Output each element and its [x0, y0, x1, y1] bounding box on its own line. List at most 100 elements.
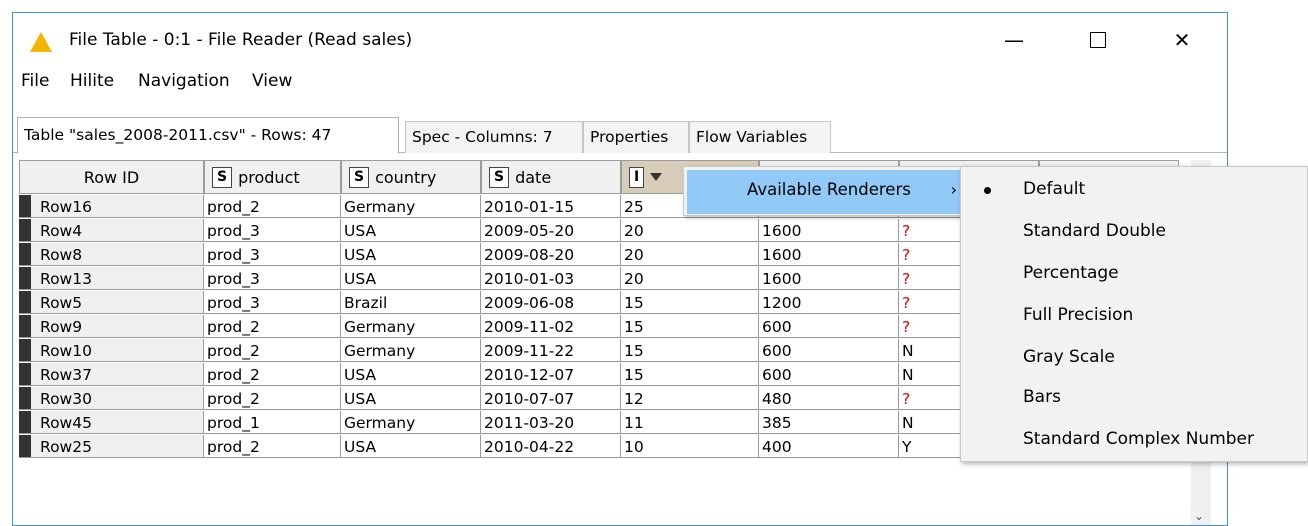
cell-amount[interactable]: 1600 [759, 267, 899, 290]
cell-country[interactable]: Germany [341, 195, 481, 218]
cell-product[interactable]: prod_3 [204, 267, 341, 290]
cell-qty[interactable]: 20 [621, 219, 759, 242]
renderer-gray-scale[interactable]: Gray Scale [1023, 347, 1115, 367]
cell-country[interactable]: USA [341, 363, 481, 386]
menu-view[interactable]: View [252, 71, 292, 91]
cell-product[interactable]: prod_2 [204, 315, 341, 338]
cell-amount[interactable]: 385 [759, 411, 899, 434]
cell-value: 2011-03-20 [484, 414, 575, 432]
cell-id[interactable]: Row45 [19, 411, 204, 434]
cell-value: ? [902, 222, 911, 240]
cell-product[interactable]: prod_2 [204, 435, 341, 458]
renderer-percentage[interactable]: Percentage [1023, 263, 1119, 283]
renderer-standard-double[interactable]: Standard Double [1023, 221, 1166, 241]
cell-id[interactable]: Row8 [19, 243, 204, 266]
column-header-product[interactable]: S product [204, 160, 341, 194]
cell-qty[interactable]: 20 [621, 267, 759, 290]
cell-date[interactable]: 2009-06-08 [481, 291, 621, 314]
cell-date[interactable]: 2009-11-22 [481, 339, 621, 362]
cell-value: 600 [762, 366, 792, 384]
renderer-bars[interactable]: Bars [1023, 387, 1061, 407]
minimize-button[interactable]: — [991, 23, 1037, 57]
tab-properties[interactable]: Properties [583, 121, 689, 153]
cell-amount[interactable]: 600 [759, 339, 899, 362]
cell-id[interactable]: Row37 [19, 363, 204, 386]
tab-spec[interactable]: Spec - Columns: 7 [405, 121, 583, 153]
cell-amount[interactable]: 400 [759, 435, 899, 458]
cell-country[interactable]: USA [341, 387, 481, 410]
cell-value: USA [344, 390, 377, 408]
cell-qty[interactable]: 15 [621, 291, 759, 314]
cell-qty[interactable]: 12 [621, 387, 759, 410]
cell-qty[interactable]: 11 [621, 411, 759, 434]
cell-qty[interactable]: 20 [621, 243, 759, 266]
cell-product[interactable]: prod_2 [204, 339, 341, 362]
minimize-icon: — [1004, 28, 1024, 52]
cell-date[interactable]: 2009-11-02 [481, 315, 621, 338]
cell-product[interactable]: prod_3 [204, 219, 341, 242]
column-header-country[interactable]: S country [341, 160, 481, 194]
cell-country[interactable]: Germany [341, 411, 481, 434]
cell-id[interactable]: Row16 [19, 195, 204, 218]
cell-amount[interactable]: 480 [759, 387, 899, 410]
cell-value: prod_3 [207, 246, 260, 264]
menu-item-available-renderers[interactable]: Available Renderers › [687, 170, 963, 214]
cell-id[interactable]: Row25 [19, 435, 204, 458]
cell-id[interactable]: Row13 [19, 267, 204, 290]
cell-id[interactable]: Row30 [19, 387, 204, 410]
scroll-down-icon[interactable]: ⌄ [1194, 509, 1204, 523]
renderer-full-precision[interactable]: Full Precision [1023, 305, 1133, 325]
renderer-standard-complex-number[interactable]: Standard Complex Number [1023, 429, 1254, 449]
cell-date[interactable]: 2009-05-20 [481, 219, 621, 242]
cell-product[interactable]: prod_2 [204, 195, 341, 218]
cell-product[interactable]: prod_1 [204, 411, 341, 434]
cell-value: 2010-04-22 [484, 438, 575, 456]
cell-country[interactable]: USA [341, 267, 481, 290]
cell-value: 1600 [762, 222, 802, 240]
cell-amount[interactable]: 1600 [759, 243, 899, 266]
cell-qty[interactable]: 15 [621, 315, 759, 338]
cell-id[interactable]: Row9 [19, 315, 204, 338]
cell-id[interactable]: Row5 [19, 291, 204, 314]
column-header-date[interactable]: S date [481, 160, 621, 194]
column-header-rowid[interactable]: Row ID [19, 160, 204, 194]
cell-country[interactable]: USA [341, 219, 481, 242]
cell-amount[interactable]: 600 [759, 315, 899, 338]
cell-id[interactable]: Row4 [19, 219, 204, 242]
cell-value: Row16 [40, 198, 92, 216]
cell-date[interactable]: 2010-01-15 [481, 195, 621, 218]
cell-country[interactable]: USA [341, 435, 481, 458]
tab-table[interactable]: Table "sales_2008-2011.csv" - Rows: 47 [17, 117, 399, 154]
maximize-button[interactable] [1075, 23, 1121, 57]
cell-product[interactable]: prod_2 [204, 363, 341, 386]
cell-product[interactable]: prod_2 [204, 387, 341, 410]
cell-date[interactable]: 2010-12-07 [481, 363, 621, 386]
cell-amount[interactable]: 1200 [759, 291, 899, 314]
cell-date[interactable]: 2009-08-20 [481, 243, 621, 266]
menu-navigation[interactable]: Navigation [138, 71, 230, 91]
renderer-default[interactable]: Default [1023, 179, 1085, 199]
cell-country[interactable]: Brazil [341, 291, 481, 314]
cell-id[interactable]: Row10 [19, 339, 204, 362]
cell-country[interactable]: Germany [341, 339, 481, 362]
cell-value: Row5 [40, 294, 83, 312]
tab-flow-variables[interactable]: Flow Variables [689, 121, 831, 153]
cell-amount[interactable]: 600 [759, 363, 899, 386]
row-color-marker [19, 339, 31, 361]
close-button[interactable]: ✕ [1159, 23, 1205, 57]
cell-product[interactable]: prod_3 [204, 291, 341, 314]
cell-qty[interactable]: 15 [621, 363, 759, 386]
cell-country[interactable]: Germany [341, 315, 481, 338]
menu-hilite[interactable]: Hilite [70, 71, 114, 91]
menu-file[interactable]: File [21, 71, 49, 91]
cell-date[interactable]: 2011-03-20 [481, 411, 621, 434]
cell-product[interactable]: prod_3 [204, 243, 341, 266]
cell-qty[interactable]: 15 [621, 339, 759, 362]
cell-country[interactable]: USA [341, 243, 481, 266]
cell-date[interactable]: 2010-04-22 [481, 435, 621, 458]
cell-qty[interactable]: 10 [621, 435, 759, 458]
cell-date[interactable]: 2010-07-07 [481, 387, 621, 410]
cell-date[interactable]: 2010-01-03 [481, 267, 621, 290]
row-color-marker [19, 243, 31, 265]
cell-amount[interactable]: 1600 [759, 219, 899, 242]
